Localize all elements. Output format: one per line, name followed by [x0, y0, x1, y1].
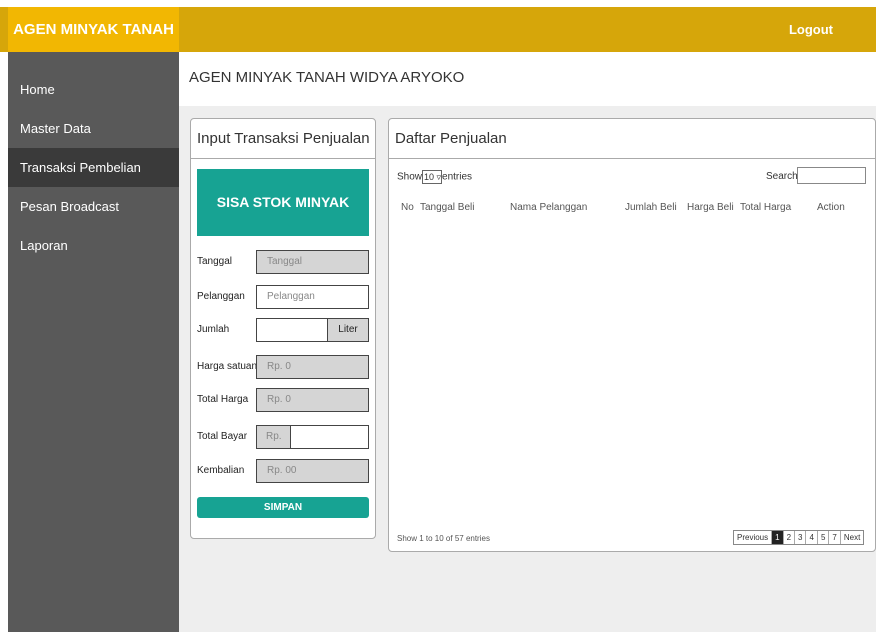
- pagination-next[interactable]: Next: [840, 531, 864, 544]
- harga-satuan-label: Harga satuan: [197, 361, 258, 372]
- pagination-page-7[interactable]: 7: [829, 531, 841, 544]
- tanggal-label: Tanggal: [197, 256, 233, 267]
- pagination: Previous 1 2 3 4 5 7 Next: [733, 530, 865, 545]
- stock-remaining-box: SISA STOK MINYAK: [197, 169, 369, 236]
- form-row-total-bayar: Total Bayar Rp.: [197, 425, 371, 449]
- search-input[interactable]: [797, 167, 866, 184]
- column-header-action[interactable]: Action: [817, 202, 845, 213]
- form-row-tanggal: Tanggal Tanggal: [197, 250, 371, 274]
- entries-select[interactable]: 10 ▿: [422, 170, 443, 184]
- sidebar-item-pesan-broadcast[interactable]: Pesan Broadcast: [8, 187, 179, 226]
- total-bayar-label: Total Bayar: [197, 431, 248, 442]
- tanggal-field[interactable]: Tanggal: [256, 250, 369, 274]
- pagination-page-1[interactable]: 1: [772, 531, 784, 544]
- sales-panel-title: Daftar Penjualan: [389, 119, 875, 159]
- save-button[interactable]: SIMPAN: [197, 497, 369, 518]
- column-header-tanggal-beli[interactable]: Tanggal Beli: [420, 202, 474, 213]
- pelanggan-field[interactable]: Pelanggan: [256, 285, 369, 309]
- logout-button[interactable]: Logout: [789, 7, 833, 52]
- entries-select-value: 10: [424, 172, 435, 182]
- column-header-total-harga[interactable]: Total Harga: [740, 202, 791, 213]
- total-bayar-field[interactable]: Rp.: [256, 425, 369, 449]
- harga-satuan-field[interactable]: Rp. 0: [256, 355, 369, 379]
- input-transaction-panel: Input Transaksi Penjualan SISA STOK MINY…: [190, 118, 376, 539]
- form-row-kembalian: Kembalian Rp. 00: [197, 459, 371, 483]
- column-header-no[interactable]: No: [401, 202, 414, 213]
- kembalian-label: Kembalian: [197, 465, 245, 476]
- form-row-harga-satuan: Harga satuan Rp. 0: [197, 355, 371, 379]
- jumlah-field[interactable]: Liter: [256, 318, 369, 342]
- form-row-pelanggan: Pelanggan Pelanggan: [197, 285, 371, 309]
- page-heading: AGEN MINYAK TANAH WIDYA ARYOKO: [179, 52, 876, 106]
- chevron-down-icon: ▿: [436, 172, 442, 182]
- pelanggan-label: Pelanggan: [197, 291, 245, 302]
- sidebar-item-master-data[interactable]: Master Data: [8, 109, 179, 148]
- jumlah-label: Jumlah: [197, 324, 230, 335]
- table-info: Show 1 to 10 of 57 entries: [397, 534, 490, 543]
- rp-prefix-label: Rp.: [257, 426, 291, 448]
- show-label: Show: [397, 171, 423, 183]
- column-header-jumlah-beli[interactable]: Jumlah Beli: [625, 202, 677, 213]
- table-header-row: No Tanggal Beli Nama Pelanggan Jumlah Be…: [397, 202, 867, 216]
- total-harga-label: Total Harga: [197, 394, 249, 405]
- column-header-nama-pelanggan[interactable]: Nama Pelanggan: [510, 202, 587, 213]
- pagination-previous[interactable]: Previous: [734, 531, 773, 544]
- brand-logo: AGEN MINYAK TANAH: [8, 7, 179, 52]
- entries-label: entries: [442, 171, 473, 183]
- pagination-page-4[interactable]: 4: [806, 531, 818, 544]
- sidebar: Home Master Data Transaksi Pembelian Pes…: [8, 52, 179, 632]
- main-content: AGEN MINYAK TANAH WIDYA ARYOKO Input Tra…: [179, 52, 876, 632]
- input-panel-title: Input Transaksi Penjualan: [191, 119, 375, 159]
- sales-list-panel: Daftar Penjualan Show 10 ▿entries Search …: [388, 118, 876, 552]
- liter-unit-label: Liter: [327, 319, 368, 341]
- sidebar-item-laporan[interactable]: Laporan: [8, 226, 179, 265]
- form-row-total-harga: Total Harga Rp. 0: [197, 388, 371, 412]
- pagination-page-3[interactable]: 3: [795, 531, 807, 544]
- pagination-page-5[interactable]: 5: [817, 531, 830, 544]
- page-title: AGEN MINYAK TANAH WIDYA ARYOKO: [189, 69, 465, 86]
- sidebar-item-home[interactable]: Home: [8, 70, 179, 109]
- pagination-page-2[interactable]: 2: [783, 531, 796, 544]
- kembalian-field[interactable]: Rp. 00: [256, 459, 369, 483]
- column-header-harga-beli[interactable]: Harga Beli: [687, 202, 734, 213]
- entries-control: Show 10 ▿entries: [397, 170, 472, 184]
- sidebar-item-transaksi-pembelian[interactable]: Transaksi Pembelian: [8, 148, 179, 187]
- total-harga-field[interactable]: Rp. 0: [256, 388, 369, 412]
- form-row-jumlah: Jumlah Liter: [197, 318, 371, 342]
- table-toolbar: Show 10 ▿entries Search: [389, 167, 875, 187]
- search-label: Search: [766, 171, 798, 182]
